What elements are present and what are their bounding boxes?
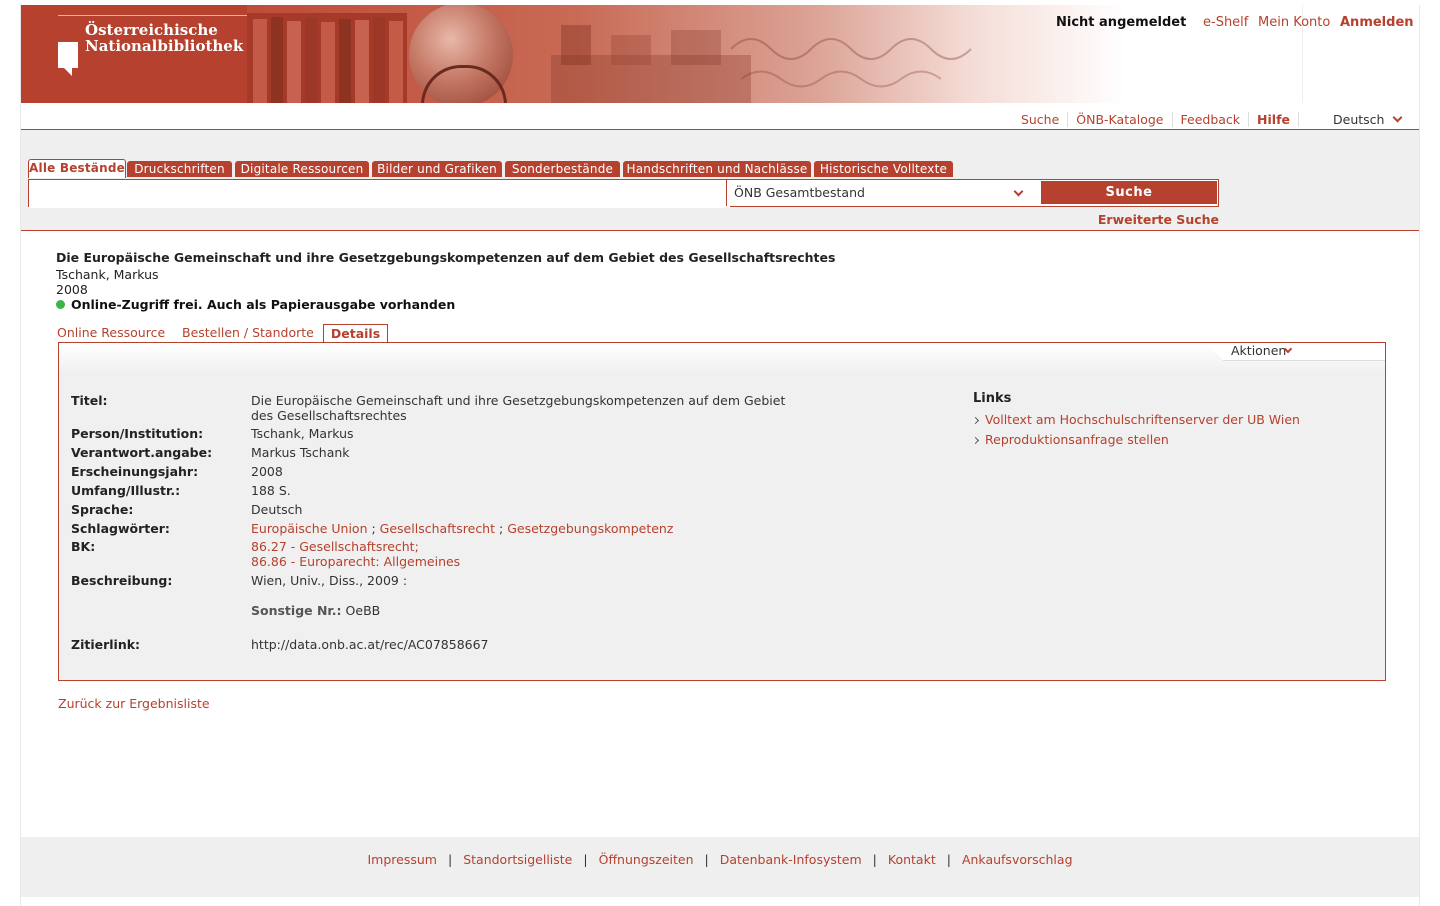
my-account-link[interactable]: Mein Konto bbox=[1258, 15, 1330, 30]
field-label: Zitierlink: bbox=[71, 637, 141, 652]
tab-digitale-ressourcen[interactable]: Digitale Ressourcen bbox=[235, 161, 369, 177]
subject-link[interactable]: Europäische Union bbox=[251, 521, 368, 536]
search-zone: Alle Bestände Druckschriften Digitale Re… bbox=[21, 130, 1419, 231]
eshelf-link[interactable]: e-Shelf bbox=[1203, 15, 1248, 30]
search-input[interactable] bbox=[29, 180, 730, 208]
manuscript-illustration bbox=[721, 19, 1081, 89]
field-label: Umfang/Illustr.: bbox=[71, 483, 181, 498]
field-label: BK: bbox=[71, 539, 96, 554]
actions-label: Aktionen bbox=[1231, 343, 1287, 358]
details-panel: Aktionen Titel: Die Europäische Gemeinsc… bbox=[58, 342, 1386, 681]
chevron-right-icon bbox=[971, 436, 980, 445]
logo-mark-icon bbox=[58, 42, 78, 76]
field-value: Europäische Union ; Gesellschaftsrecht ;… bbox=[251, 521, 674, 536]
logo-line-1: Österreichische bbox=[85, 21, 218, 39]
nav-catalogs[interactable]: ÖNB-Kataloge bbox=[1068, 112, 1173, 127]
person-link[interactable]: Tschank, Markus bbox=[251, 426, 791, 441]
footer-separator: | bbox=[583, 852, 588, 867]
field-label: Titel: bbox=[71, 393, 108, 408]
field-label: Person/Institution: bbox=[71, 426, 204, 441]
record-year: 2008 bbox=[56, 282, 88, 297]
field-label: Beschreibung: bbox=[71, 573, 173, 588]
logo-rule bbox=[58, 15, 247, 16]
other-number-value: OeBB bbox=[345, 603, 381, 618]
search-box: ÖNB Gesamtbestand Suche bbox=[28, 179, 1219, 208]
tab-bilder-grafiken[interactable]: Bilder und Grafiken bbox=[372, 161, 502, 177]
chevron-right-icon bbox=[971, 416, 980, 425]
field-value: Sonstige Nr.: OeBB bbox=[251, 603, 791, 618]
tab-alle-bestaende[interactable]: Alle Bestände bbox=[28, 159, 126, 178]
footer-impressum[interactable]: Impressum bbox=[357, 852, 448, 867]
links-heading: Links bbox=[973, 391, 1012, 406]
field-value: Wien, Univ., Diss., 2009 : bbox=[251, 573, 408, 588]
top-nav: Suche ÖNB-Kataloge Feedback Hilfe Deutsch bbox=[21, 109, 1419, 130]
tab-details[interactable]: Details bbox=[323, 324, 388, 342]
field-value: Markus Tschank bbox=[251, 445, 350, 460]
tab-online-ressource[interactable]: Online Ressource bbox=[57, 325, 165, 340]
reproduction-link-label: Reproduktionsanfrage stellen bbox=[985, 432, 1169, 447]
footer-oeffnungszeiten[interactable]: Öffnungszeiten bbox=[588, 852, 705, 867]
footer-links: Impressum | Standortsigelliste | Öffnungszei… bbox=[21, 852, 1419, 867]
field-value: Deutsch bbox=[251, 502, 303, 517]
login-link[interactable]: Anmelden bbox=[1340, 15, 1414, 30]
field-label: Erscheinungsjahr: bbox=[71, 464, 199, 479]
bk-link[interactable]: 86.86 - Europarecht: Allgemeines bbox=[251, 554, 791, 569]
subject-link[interactable]: Gesetzgebungskompetenz bbox=[507, 521, 673, 536]
back-to-results-link[interactable]: Zurück zur Ergebnisliste bbox=[58, 696, 210, 711]
subject-link[interactable]: Gesellschaftsrecht bbox=[380, 521, 495, 536]
logo-text: Österreichische Nationalbibliothek bbox=[85, 22, 243, 54]
footer: Impressum | Standortsigelliste | Öffnungszei… bbox=[21, 837, 1419, 897]
availability-text: Online-Zugriff frei. Auch als Papierausg… bbox=[71, 297, 456, 312]
record-author: Tschank, Markus bbox=[56, 267, 159, 282]
field-value: 188 S. bbox=[251, 483, 291, 498]
fulltext-link[interactable]: Volltext am Hochschulschriftenserver der… bbox=[971, 412, 1353, 427]
citation-link[interactable]: http://data.onb.ac.at/rec/AC07858667 bbox=[251, 637, 791, 652]
logo-line-2: Nationalbibliothek bbox=[85, 37, 244, 55]
nav-feedback[interactable]: Feedback bbox=[1172, 112, 1250, 127]
scope-value: ÖNB Gesamtbestand bbox=[734, 185, 865, 200]
footer-kontakt[interactable]: Kontakt bbox=[877, 852, 947, 867]
onb-logo[interactable]: Österreichische Nationalbibliothek bbox=[21, 5, 247, 103]
login-status: Nicht angemeldet bbox=[1056, 15, 1187, 30]
reproduction-link[interactable]: Reproduktionsanfrage stellen bbox=[971, 432, 1353, 447]
advanced-search-link[interactable]: Erweiterte Suche bbox=[1098, 212, 1219, 227]
language-select[interactable]: Deutsch bbox=[1333, 112, 1403, 127]
scope-select[interactable]: ÖNB Gesamtbestand bbox=[726, 180, 1038, 206]
field-value: Die Europäische Gemeinschaft und ihre Ge… bbox=[251, 393, 786, 423]
availability-status: Online-Zugriff frei. Auch als Papierausg… bbox=[56, 297, 455, 312]
search-button[interactable]: Suche bbox=[1041, 181, 1217, 204]
page: Österreichische Nationalbibliothek Nicht… bbox=[20, 5, 1420, 906]
nav-help[interactable]: Hilfe bbox=[1249, 112, 1299, 127]
tab-sonderbestaende[interactable]: Sonderbestände bbox=[505, 161, 620, 177]
record-title: Die Europäische Gemeinschaft und ihre Ge… bbox=[56, 250, 836, 265]
tab-bestellen-standorte[interactable]: Bestellen / Standorte bbox=[182, 325, 314, 340]
bk-link[interactable]: 86.27 - Gesellschaftsrecht; bbox=[251, 539, 791, 554]
tab-handschriften[interactable]: Handschriften und Nachlässe bbox=[623, 161, 811, 177]
books-illustration bbox=[247, 13, 407, 103]
language-label: Deutsch bbox=[1333, 112, 1385, 127]
tab-historische-volltexte[interactable]: Historische Volltexte bbox=[814, 161, 953, 177]
field-label: Verantwort.angabe: bbox=[71, 445, 213, 460]
header-banner: Österreichische Nationalbibliothek bbox=[21, 5, 1125, 103]
field-value: 2008 bbox=[251, 464, 283, 479]
status-dot-icon bbox=[56, 300, 65, 309]
top-nav-links: Suche ÖNB-Kataloge Feedback Hilfe bbox=[1012, 112, 1299, 127]
chevron-down-icon bbox=[1013, 186, 1024, 197]
footer-standortsigelliste[interactable]: Standortsigelliste bbox=[452, 852, 583, 867]
other-number-label: Sonstige Nr.: bbox=[251, 603, 342, 618]
links-box: Links Volltext am Hochschulschriftenserv… bbox=[971, 391, 1353, 452]
footer-ankaufsvorschlag[interactable]: Ankaufsvorschlag bbox=[951, 852, 1084, 867]
actions-menu[interactable]: Aktionen bbox=[1205, 343, 1385, 361]
chevron-down-icon bbox=[1393, 112, 1403, 123]
field-label: Schlagwörter: bbox=[71, 521, 170, 536]
fulltext-link-label: Volltext am Hochschulschriftenserver der… bbox=[985, 412, 1300, 427]
field-value: 86.27 - Gesellschaftsrecht; 86.86 - Euro… bbox=[251, 539, 791, 569]
panel-top-gradient bbox=[59, 343, 1385, 373]
nav-search[interactable]: Suche bbox=[1012, 112, 1069, 127]
tab-druckschriften[interactable]: Druckschriften bbox=[127, 161, 232, 177]
field-label: Sprache: bbox=[71, 502, 134, 517]
footer-datenbank[interactable]: Datenbank-Infosystem bbox=[709, 852, 873, 867]
